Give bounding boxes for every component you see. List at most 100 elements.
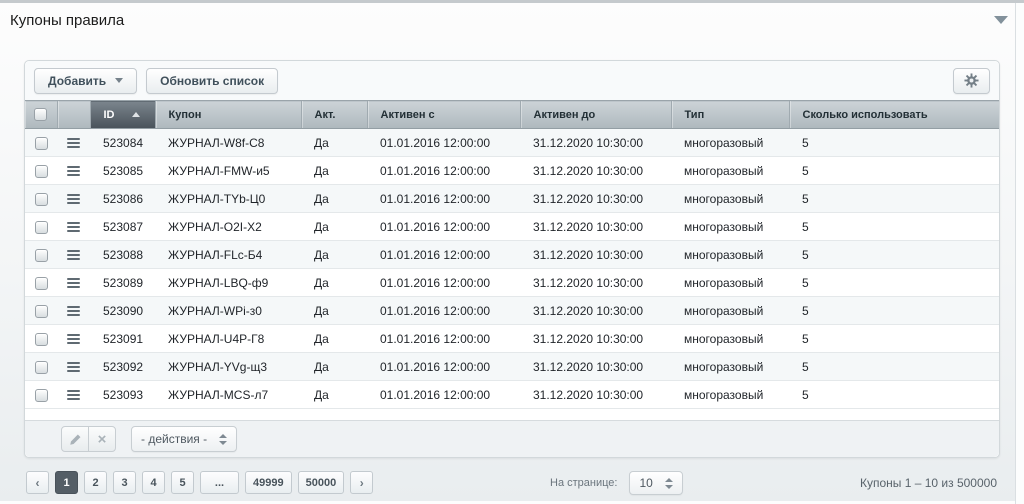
delete-button[interactable]: × bbox=[88, 426, 116, 452]
page-title: Купоны правила bbox=[10, 12, 124, 29]
cell-coupon: ЖУРНАЛ-O2I-X2 bbox=[155, 213, 301, 241]
cell-id: 523084 bbox=[90, 129, 155, 157]
coupons-panel: Добавить Обновить список bbox=[24, 60, 1000, 458]
row-menu-icon[interactable] bbox=[67, 304, 80, 318]
page-button[interactable]: 3 bbox=[113, 471, 136, 494]
page-button[interactable]: 5 bbox=[171, 471, 194, 494]
column-header-active[interactable]: Акт. bbox=[301, 101, 367, 129]
cell-use-count: 5 bbox=[789, 269, 999, 297]
per-page-control: На странице: 10 bbox=[550, 471, 683, 495]
cell-active-from: 01.01.2016 12:00:00 bbox=[367, 325, 520, 353]
row-menu-icon[interactable] bbox=[67, 388, 80, 402]
row-menu-icon[interactable] bbox=[67, 276, 80, 290]
cell-use-count: 5 bbox=[789, 157, 999, 185]
row-checkbox-cell bbox=[25, 129, 57, 157]
row-menu-header-cell bbox=[57, 101, 90, 129]
table-row[interactable]: 523087 ЖУРНАЛ-O2I-X2 Да 01.01.2016 12:00… bbox=[25, 213, 999, 241]
table-row[interactable]: 523093 ЖУРНАЛ-MCS-л7 Да 01.01.2016 12:00… bbox=[25, 381, 999, 409]
collapse-arrow-icon[interactable] bbox=[994, 16, 1008, 24]
cell-active: Да bbox=[301, 185, 367, 213]
cell-coupon: ЖУРНАЛ-FLc-Б4 bbox=[155, 241, 301, 269]
cell-type: многоразовый bbox=[671, 241, 789, 269]
row-checkbox-cell bbox=[25, 297, 57, 325]
row-menu-icon[interactable] bbox=[67, 360, 80, 374]
per-page-select[interactable]: 10 bbox=[629, 471, 682, 495]
page-button[interactable]: 49999 bbox=[245, 471, 292, 494]
row-menu-icon[interactable] bbox=[67, 332, 80, 346]
cell-type: многоразовый bbox=[671, 213, 789, 241]
table-row[interactable]: 523086 ЖУРНАЛ-TYb-Ц0 Да 01.01.2016 12:00… bbox=[25, 185, 999, 213]
row-checkbox[interactable] bbox=[35, 249, 48, 262]
table-row[interactable]: 523085 ЖУРНАЛ-FMW-и5 Да 01.01.2016 12:00… bbox=[25, 157, 999, 185]
row-menu-icon[interactable] bbox=[67, 248, 80, 262]
cell-use-count: 5 bbox=[789, 381, 999, 409]
row-menu-cell bbox=[57, 241, 90, 269]
cell-active-from: 01.01.2016 12:00:00 bbox=[367, 269, 520, 297]
row-checkbox[interactable] bbox=[35, 389, 48, 402]
row-checkbox[interactable] bbox=[35, 361, 48, 374]
cell-coupon: ЖУРНАЛ-W8f-C8 bbox=[155, 129, 301, 157]
row-checkbox-cell bbox=[25, 213, 57, 241]
row-checkbox[interactable] bbox=[35, 221, 48, 234]
select-stepper-icon bbox=[665, 478, 673, 489]
add-button[interactable]: Добавить bbox=[34, 68, 137, 94]
cell-active: Да bbox=[301, 269, 367, 297]
content-right-edge bbox=[1015, 3, 1024, 504]
select-all-checkbox[interactable] bbox=[34, 108, 47, 121]
row-menu-cell bbox=[57, 325, 90, 353]
prev-page-button[interactable]: ‹ bbox=[26, 471, 49, 494]
cell-active: Да bbox=[301, 241, 367, 269]
cell-type: многоразовый bbox=[671, 269, 789, 297]
table-row[interactable]: 523091 ЖУРНАЛ-U4P-Г8 Да 01.01.2016 12:00… bbox=[25, 325, 999, 353]
grid-footer: × - действия - bbox=[25, 420, 999, 457]
row-checkbox-cell bbox=[25, 241, 57, 269]
cell-type: многоразовый bbox=[671, 297, 789, 325]
table-row[interactable]: 523092 ЖУРНАЛ-YVg-щ3 Да 01.01.2016 12:00… bbox=[25, 353, 999, 381]
row-menu-cell bbox=[57, 129, 90, 157]
column-header-type[interactable]: Тип bbox=[671, 101, 789, 129]
cell-active-from: 01.01.2016 12:00:00 bbox=[367, 185, 520, 213]
edit-button[interactable] bbox=[61, 426, 89, 452]
page-button[interactable]: 4 bbox=[142, 471, 165, 494]
cell-type: многоразовый bbox=[671, 157, 789, 185]
column-header-id[interactable]: ID bbox=[90, 101, 155, 129]
add-button-label: Добавить bbox=[48, 74, 106, 88]
table-row[interactable]: 523090 ЖУРНАЛ-WPi-з0 Да 01.01.2016 12:00… bbox=[25, 297, 999, 325]
coupons-table: ID Купон Акт. Активен с Активен до Тип С… bbox=[25, 100, 999, 409]
row-checkbox[interactable] bbox=[35, 137, 48, 150]
cell-active-to: 31.12.2020 10:30:00 bbox=[520, 269, 671, 297]
grid-settings-button[interactable] bbox=[953, 68, 990, 94]
cell-active-from: 01.01.2016 12:00:00 bbox=[367, 353, 520, 381]
row-menu-icon[interactable] bbox=[67, 164, 80, 178]
table-row[interactable]: 523084 ЖУРНАЛ-W8f-C8 Да 01.01.2016 12:00… bbox=[25, 129, 999, 157]
cell-active-to: 31.12.2020 10:30:00 bbox=[520, 325, 671, 353]
column-header-use-count[interactable]: Сколько использовать bbox=[789, 101, 999, 129]
row-menu-icon[interactable] bbox=[67, 192, 80, 206]
table-row[interactable]: 523089 ЖУРНАЛ-LBQ-ф9 Да 01.01.2016 12:00… bbox=[25, 269, 999, 297]
cell-use-count: 5 bbox=[789, 297, 999, 325]
table-row[interactable]: 523088 ЖУРНАЛ-FLc-Б4 Да 01.01.2016 12:00… bbox=[25, 241, 999, 269]
cell-id: 523090 bbox=[90, 297, 155, 325]
row-checkbox[interactable] bbox=[35, 277, 48, 290]
refresh-list-button[interactable]: Обновить список bbox=[146, 68, 278, 94]
next-page-button[interactable]: › bbox=[350, 471, 373, 494]
page-button[interactable]: 1 bbox=[55, 471, 78, 494]
cell-use-count: 5 bbox=[789, 129, 999, 157]
column-header-coupon[interactable]: Купон bbox=[155, 101, 301, 129]
column-header-active-from[interactable]: Активен с bbox=[367, 101, 520, 129]
column-header-active-to[interactable]: Активен до bbox=[520, 101, 671, 129]
actions-select[interactable]: - действия - bbox=[131, 426, 237, 452]
cell-active: Да bbox=[301, 157, 367, 185]
cell-active-to: 31.12.2020 10:30:00 bbox=[520, 241, 671, 269]
page-button[interactable]: 50000 bbox=[298, 471, 345, 494]
cell-active-to: 31.12.2020 10:30:00 bbox=[520, 213, 671, 241]
row-checkbox[interactable] bbox=[35, 165, 48, 178]
row-checkbox[interactable] bbox=[35, 193, 48, 206]
row-menu-icon[interactable] bbox=[67, 136, 80, 150]
page-button[interactable]: ... bbox=[200, 471, 239, 494]
row-checkbox[interactable] bbox=[35, 305, 48, 318]
row-menu-icon[interactable] bbox=[67, 220, 80, 234]
per-page-label: На странице: bbox=[550, 477, 617, 489]
page-button[interactable]: 2 bbox=[84, 471, 107, 494]
row-checkbox[interactable] bbox=[35, 333, 48, 346]
